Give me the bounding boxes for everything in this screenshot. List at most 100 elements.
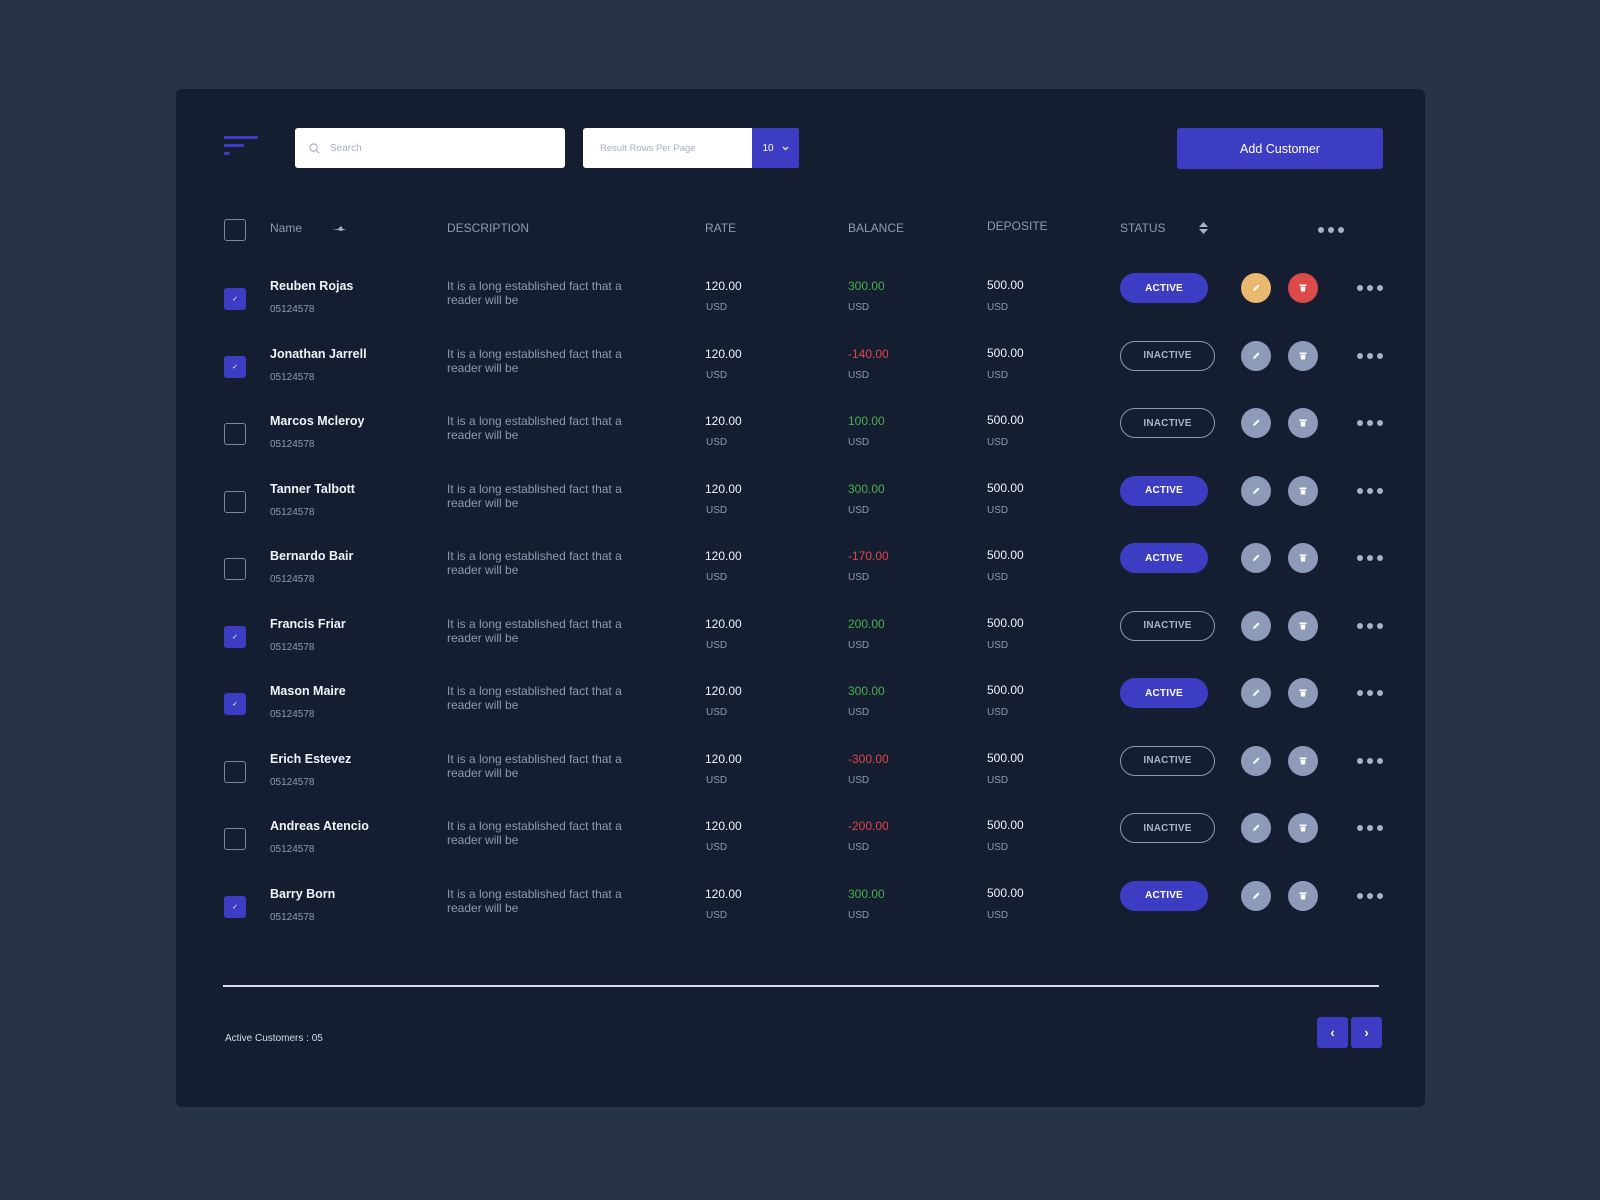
rows-per-page-select[interactable]: 10 [752,128,799,168]
status-badge[interactable]: INACTIVE [1120,745,1215,776]
row-checkbox[interactable] [224,490,246,513]
row-more-icon[interactable] [1357,555,1383,561]
edit-button[interactable] [1241,678,1271,708]
menu-icon[interactable] [224,136,260,158]
deposite-currency: USD [987,437,1009,448]
balance-currency: USD [848,842,870,853]
add-customer-button[interactable]: Add Customer [1177,128,1383,169]
row-checkbox[interactable] [224,693,246,715]
next-page-button[interactable]: › [1351,1017,1382,1048]
row-checkbox[interactable] [224,828,246,850]
customer-description: It is a long established fact that a rea… [447,886,622,915]
delete-button[interactable] [1288,678,1318,708]
customer-description: It is a long established fact that a rea… [447,819,622,847]
table-row: Marcos Mcleroy 05124578 It is a long est… [176,401,1425,467]
status-badge[interactable]: ACTIVE [1120,678,1208,708]
delete-button[interactable] [1288,610,1318,641]
row-more-icon[interactable] [1357,352,1383,359]
edit-button[interactable] [1241,408,1271,438]
deposite-value: 500.00 [987,548,1024,562]
row-more-icon[interactable] [1357,487,1383,494]
balance-value: -140.00 [848,346,889,361]
customer-description: It is a long established fact that a rea… [447,279,622,307]
status-badge[interactable]: INACTIVE [1120,340,1215,371]
deposite-value: 500.00 [987,345,1024,360]
trash-icon [1299,352,1307,359]
customer-id: 05124578 [270,506,315,518]
deposite-value: 500.00 [987,818,1024,832]
edit-button[interactable] [1241,475,1271,506]
trash-icon [1299,824,1307,832]
customer-description: It is a long established fact that a rea… [447,346,622,375]
customer-name: Reuben Rojas [270,279,354,293]
delete-button[interactable] [1288,745,1318,776]
search-field[interactable] [295,128,565,168]
edit-button[interactable] [1241,813,1271,843]
status-badge[interactable]: INACTIVE [1120,610,1215,641]
pencil-icon [1253,892,1260,899]
delete-button[interactable] [1288,340,1318,371]
trash-icon [1299,419,1307,427]
row-checkbox[interactable] [224,423,246,445]
pencil-icon [1253,689,1260,696]
row-more-icon[interactable] [1357,420,1383,426]
edit-button[interactable] [1241,543,1271,573]
delete-button[interactable] [1288,408,1318,438]
rate-value: 120.00 [705,414,742,428]
balance-value: -170.00 [848,549,889,563]
delete-button[interactable] [1288,273,1318,303]
delete-button[interactable] [1288,543,1318,573]
pencil-icon [1253,284,1260,291]
header-name: Name [270,221,303,235]
active-customers-count: Active Customers : 05 [225,1033,323,1044]
deposite-currency: USD [987,639,1009,651]
prev-page-button[interactable]: ‹ [1317,1017,1348,1048]
customer-id: 05124578 [270,709,315,720]
customer-id: 05124578 [270,641,315,653]
status-badge[interactable]: ACTIVE [1120,543,1208,573]
row-more-icon[interactable] [1357,285,1383,291]
trash-icon [1299,757,1307,764]
customer-description: It is a long established fact that a rea… [447,414,622,442]
edit-button[interactable] [1241,610,1271,641]
row-more-icon[interactable] [1357,622,1383,629]
status-badge[interactable]: ACTIVE [1120,880,1208,911]
deposite-currency: USD [987,774,1009,786]
row-checkbox[interactable] [224,355,246,378]
balance-value: -200.00 [848,819,889,833]
balance-value: 300.00 [848,279,885,293]
sort-icon[interactable] [331,225,347,233]
search-icon [309,142,320,153]
header-more-icon[interactable] [1318,227,1344,233]
row-checkbox[interactable] [224,558,246,580]
row-more-icon[interactable] [1357,757,1383,764]
edit-button[interactable] [1241,880,1271,911]
sort-updown-icon[interactable] [1199,222,1208,234]
edit-button[interactable] [1241,273,1271,303]
edit-button[interactable] [1241,340,1271,371]
edit-button[interactable] [1241,745,1271,776]
row-checkbox[interactable] [224,625,246,648]
row-checkbox[interactable] [224,895,246,918]
delete-button[interactable] [1288,880,1318,911]
balance-currency: USD [848,639,870,651]
rows-per-page-value: 10 [762,142,774,154]
deposite-value: 500.00 [987,615,1024,630]
rate-currency: USD [706,572,728,583]
trash-icon [1299,284,1307,292]
delete-button[interactable] [1288,475,1318,506]
customer-name: Barry Born [270,886,336,901]
status-badge[interactable]: ACTIVE [1120,475,1208,506]
delete-button[interactable] [1288,813,1318,843]
row-more-icon[interactable] [1357,690,1383,696]
rows-per-page-label: Result Rows Per Page [600,142,696,154]
row-checkbox[interactable] [224,760,246,783]
select-all-checkbox[interactable] [224,219,246,241]
status-badge[interactable]: INACTIVE [1120,408,1215,438]
row-more-icon[interactable] [1357,825,1383,831]
status-badge[interactable]: INACTIVE [1120,813,1215,843]
search-input[interactable] [330,142,550,154]
row-more-icon[interactable] [1357,892,1383,899]
row-checkbox[interactable] [224,288,246,310]
status-badge[interactable]: ACTIVE [1120,273,1208,303]
